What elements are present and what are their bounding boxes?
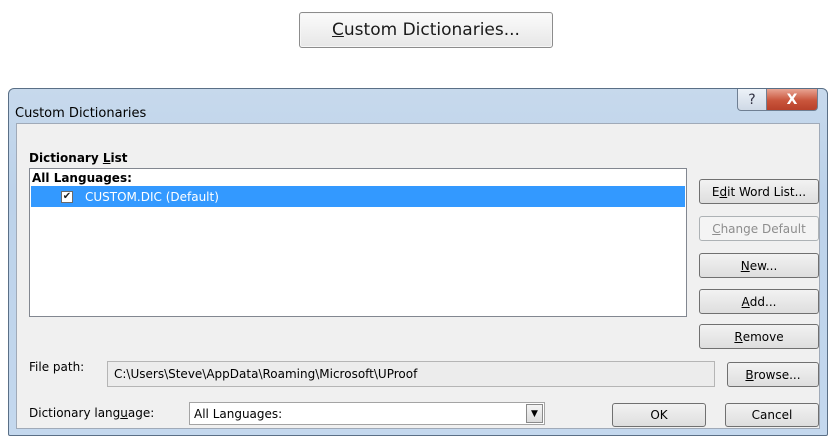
file-path-label: File path:	[29, 360, 85, 374]
dialog-client-area: Dictionary List All Languages: ✔ CUSTOM.…	[16, 123, 820, 429]
change-default-button[interactable]: Change Default	[699, 216, 819, 241]
close-icon[interactable]: X	[766, 89, 818, 111]
browse-post: rowse...	[753, 367, 801, 382]
dictionary-language-select[interactable]: All Languages: ▼	[189, 402, 545, 425]
browse-accel: B	[745, 367, 754, 382]
change-default-accel: C	[712, 221, 721, 236]
custom-dictionaries-accel: C	[332, 20, 344, 40]
new-accel: N	[740, 258, 750, 273]
remove-accel: R	[734, 329, 743, 344]
dictionary-list-label: Dictionary List	[29, 151, 128, 165]
dialog-title-bar[interactable]: Custom Dictionaries ? X	[9, 89, 827, 123]
edit-word-list-button[interactable]: Ed it Word List...	[699, 179, 819, 204]
dictionary-language-label-accel: u	[120, 406, 128, 420]
cancel-button[interactable]: Cancel	[725, 403, 819, 427]
dictionary-language-value: All Languages:	[194, 407, 283, 421]
dictionary-list-label-post: ist	[110, 151, 128, 165]
dictionary-list[interactable]: All Languages: ✔ CUSTOM.DIC (Default)	[29, 168, 687, 317]
file-path-field: C:\Users\Steve\AppData\Roaming\Microsoft…	[107, 361, 715, 387]
new-post: ew...	[749, 258, 778, 273]
add-accel: A	[741, 294, 750, 309]
custom-dictionaries-button[interactable]: Custom Dictionaries...	[299, 12, 553, 48]
dictionary-list-label-accel: L	[102, 151, 111, 165]
remove-post: emove	[742, 329, 784, 344]
dictionary-item-name: CUSTOM.DIC (Default)	[85, 189, 219, 204]
group-label-all-languages: All Languages:	[32, 171, 132, 185]
list-item-custom-dic[interactable]: ✔ CUSTOM.DIC (Default)	[31, 186, 685, 207]
dialog-title: Custom Dictionaries	[15, 106, 147, 121]
edit-word-list-post: it Word List...	[727, 184, 807, 199]
edit-word-list-pre: E	[711, 184, 720, 199]
browse-button[interactable]: Browse...	[727, 362, 819, 387]
add-post: dd...	[749, 294, 777, 309]
change-default-post: hange Default	[720, 221, 806, 236]
dictionary-list-label-pre: Dictionary	[29, 151, 103, 165]
new-button[interactable]: New...	[699, 253, 819, 278]
help-icon[interactable]: ?	[737, 89, 767, 111]
dictionary-language-label-post: age:	[127, 406, 155, 420]
ok-button[interactable]: OK	[612, 403, 706, 427]
dictionary-language-label: Dictionary language:	[29, 406, 154, 420]
add-button[interactable]: Add...	[699, 289, 819, 314]
chevron-down-icon[interactable]: ▼	[526, 404, 543, 423]
remove-button[interactable]: Remove	[699, 324, 819, 349]
edit-word-list-accel: d	[719, 184, 728, 199]
custom-dictionaries-label: ustom Dictionaries...	[343, 20, 520, 40]
custom-dictionaries-dialog: Custom Dictionaries ? X Dictionary List …	[8, 88, 828, 436]
dictionary-checkbox[interactable]: ✔	[61, 190, 73, 203]
dictionary-language-label-pre: Dictionary lang	[29, 406, 121, 420]
